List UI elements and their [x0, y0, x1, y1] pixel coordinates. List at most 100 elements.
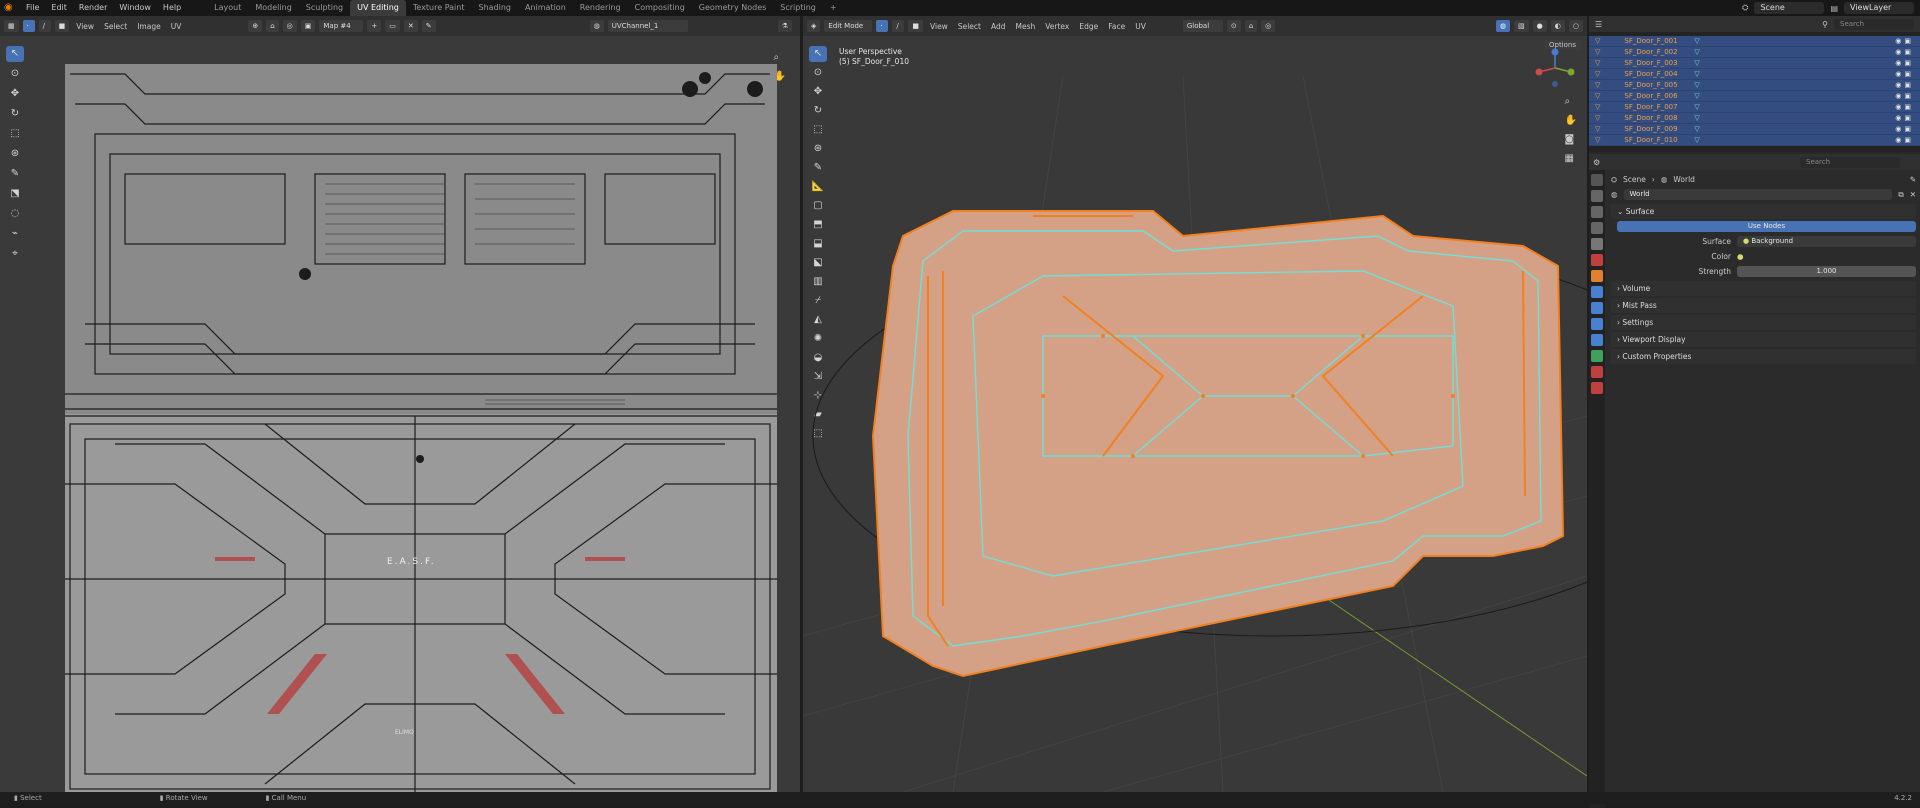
duplicate-world-icon[interactable]: ⧉ — [1898, 190, 1903, 200]
visibility-icons[interactable]: ◉▣ — [1895, 70, 1914, 78]
world-name-field[interactable]: World — [1624, 189, 1893, 200]
new-image-icon[interactable]: + — [367, 20, 381, 32]
tab-geometry-nodes[interactable]: Geometry Nodes — [692, 0, 773, 16]
output-tab-icon[interactable] — [1591, 206, 1603, 218]
settings-panel-header[interactable]: › Settings — [1611, 315, 1916, 330]
outliner-row[interactable]: ▽SF_Door_F_005▽◉▣ — [1589, 80, 1920, 91]
tab-modeling[interactable]: Modeling — [248, 0, 298, 16]
tab-animation[interactable]: Animation — [518, 0, 573, 16]
viewport-display-panel-header[interactable]: › Viewport Display — [1611, 332, 1916, 347]
outliner-type-icon[interactable]: ☰ — [1595, 20, 1602, 29]
render-tab-icon[interactable] — [1591, 190, 1603, 202]
tab-rendering[interactable]: Rendering — [573, 0, 628, 16]
uv-select-mode-face[interactable]: ■ — [55, 20, 70, 32]
visibility-icons[interactable]: ◉▣ — [1895, 48, 1914, 56]
tab-uv-editing[interactable]: UV Editing — [350, 0, 406, 16]
uv-editor-tools-icon[interactable]: ⚗ — [778, 20, 792, 32]
navigation-gizmo[interactable] — [1535, 48, 1575, 88]
outliner-row[interactable]: ▽SF_Door_F_009▽◉▣ — [1589, 124, 1920, 135]
visibility-icons[interactable]: ◉▣ — [1895, 92, 1914, 100]
unlink-image-icon[interactable]: ✕ — [404, 20, 418, 32]
visibility-icons[interactable]: ◉▣ — [1895, 114, 1914, 122]
outliner-row[interactable]: ▽SF_Door_F_010▽◉▣ — [1589, 135, 1920, 146]
vp-grid-icon[interactable]: ▦ — [1565, 153, 1577, 164]
view-layer-field[interactable]: ViewLayer — [1844, 2, 1914, 14]
rip-tool-icon[interactable]: ⬔ — [6, 186, 24, 202]
vp-zoom-icon[interactable]: ⌕ — [1565, 96, 1577, 107]
visibility-icons[interactable]: ◉▣ — [1895, 125, 1914, 133]
scene-field[interactable]: Scene — [1754, 2, 1824, 14]
add-workspace-icon[interactable]: + — [823, 0, 844, 16]
tab-layout[interactable]: Layout — [207, 0, 248, 16]
editor-type-icon[interactable]: ▦ — [4, 20, 19, 32]
modifier-tab-icon[interactable] — [1591, 286, 1603, 298]
surface-value-field[interactable]: ● Background — [1737, 236, 1916, 247]
menu-window[interactable]: Window — [113, 0, 157, 16]
tool-tab-icon[interactable] — [1591, 174, 1603, 186]
texture-tab-icon[interactable] — [1591, 382, 1603, 394]
uv-menu-uv[interactable]: UV — [168, 22, 185, 31]
properties-type-icon[interactable]: ⚙ — [1593, 158, 1600, 167]
outliner-row[interactable]: ▽SF_Door_F_008▽◉▣ — [1589, 113, 1920, 124]
tab-shading[interactable]: Shading — [471, 0, 518, 16]
tab-compositing[interactable]: Compositing — [628, 0, 692, 16]
select-tool-icon[interactable]: ↖ — [6, 46, 24, 62]
outliner-row[interactable]: ▽SF_Door_F_007▽◉▣ — [1589, 102, 1920, 113]
pin-icon[interactable]: ✎ — [422, 20, 436, 32]
surface-panel-header[interactable]: ⌄ Surface — [1611, 204, 1916, 219]
unlink-world-icon[interactable]: ✕ — [1910, 190, 1916, 199]
uv-select-mode-vertex[interactable]: · — [23, 20, 35, 32]
world-browse-icon[interactable]: ◍ — [1611, 190, 1618, 199]
open-image-icon[interactable]: ▭ — [385, 20, 400, 32]
pivot-icon[interactable]: ⊕ — [248, 20, 262, 32]
volume-panel-header[interactable]: › Volume — [1611, 281, 1916, 296]
uv-menu-image[interactable]: Image — [134, 22, 164, 31]
vp-pan-icon[interactable]: ✋ — [1565, 115, 1577, 126]
menu-render[interactable]: Render — [73, 0, 113, 16]
uv-channel-field[interactable]: UVChannel_1 — [608, 20, 688, 32]
visibility-icons[interactable]: ◉▣ — [1895, 59, 1914, 67]
outliner-row[interactable]: ▽SF_Door_F_002▽◉▣ — [1589, 47, 1920, 58]
filter-icon[interactable]: ⚲ — [1822, 20, 1828, 29]
overlay-icon[interactable]: ◍ — [590, 20, 604, 32]
properties-editor[interactable]: ⚙ Search ⛭ Scene › ◍ World — [1589, 154, 1920, 792]
particles-tab-icon[interactable] — [1591, 302, 1603, 314]
transform-tool-icon[interactable]: ⊛ — [6, 146, 24, 162]
tab-sculpting[interactable]: Sculpting — [299, 0, 350, 16]
scale-tool-icon[interactable]: ⬚ — [6, 126, 24, 142]
mist-panel-header[interactable]: › Mist Pass — [1611, 298, 1916, 313]
menu-edit[interactable]: Edit — [45, 0, 73, 16]
physics-tab-icon[interactable] — [1591, 318, 1603, 330]
uv-select-mode-edge[interactable]: / — [39, 20, 51, 32]
tab-scripting[interactable]: Scripting — [773, 0, 823, 16]
properties-search[interactable]: Search — [1800, 157, 1900, 168]
pinch-tool-icon[interactable]: ⌖ — [6, 246, 24, 262]
tab-texture-paint[interactable]: Texture Paint — [406, 0, 472, 16]
custom-props-panel-header[interactable]: › Custom Properties — [1611, 349, 1916, 364]
visibility-icons[interactable]: ◉▣ — [1895, 103, 1914, 111]
scene-tab-icon[interactable] — [1591, 238, 1603, 250]
object-tab-icon[interactable] — [1591, 270, 1603, 282]
rotate-tool-icon[interactable]: ↻ — [6, 106, 24, 122]
image-browse-icon[interactable]: ▣ — [301, 20, 316, 32]
annotate-tool-icon[interactable]: ✎ — [6, 166, 24, 182]
menu-help[interactable]: Help — [157, 0, 187, 16]
vp-camera-icon[interactable]: ◙ — [1565, 134, 1577, 145]
use-nodes-button[interactable]: Use Nodes — [1617, 221, 1916, 232]
visibility-icons[interactable]: ◉▣ — [1895, 136, 1914, 144]
blender-logo-icon[interactable]: ◉ — [4, 2, 16, 14]
menu-file[interactable]: File — [20, 0, 45, 16]
zoom-icon[interactable]: ⌕ — [774, 52, 786, 63]
uv-menu-select[interactable]: Select — [101, 22, 130, 31]
outliner-row[interactable]: ▽SF_Door_F_006▽◉▣ — [1589, 91, 1920, 102]
outliner-row[interactable]: ▽SF_Door_F_001▽◉▣ — [1589, 36, 1920, 47]
snap-icon[interactable]: ⌂ — [266, 20, 278, 32]
strength-field[interactable]: 1.000 — [1737, 266, 1916, 277]
color-socket-icon[interactable]: ● — [1737, 252, 1744, 261]
view-layer-tab-icon[interactable] — [1591, 222, 1603, 234]
material-tab-icon[interactable] — [1591, 366, 1603, 378]
outliner-row[interactable]: ▽SF_Door_F_003▽◉▣ — [1589, 58, 1920, 69]
pin-icon[interactable]: ✎ — [1910, 175, 1916, 184]
relax-tool-icon[interactable]: ⌁ — [6, 226, 24, 242]
outliner-row[interactable]: ▽SF_Door_F_004▽◉▣ — [1589, 69, 1920, 80]
